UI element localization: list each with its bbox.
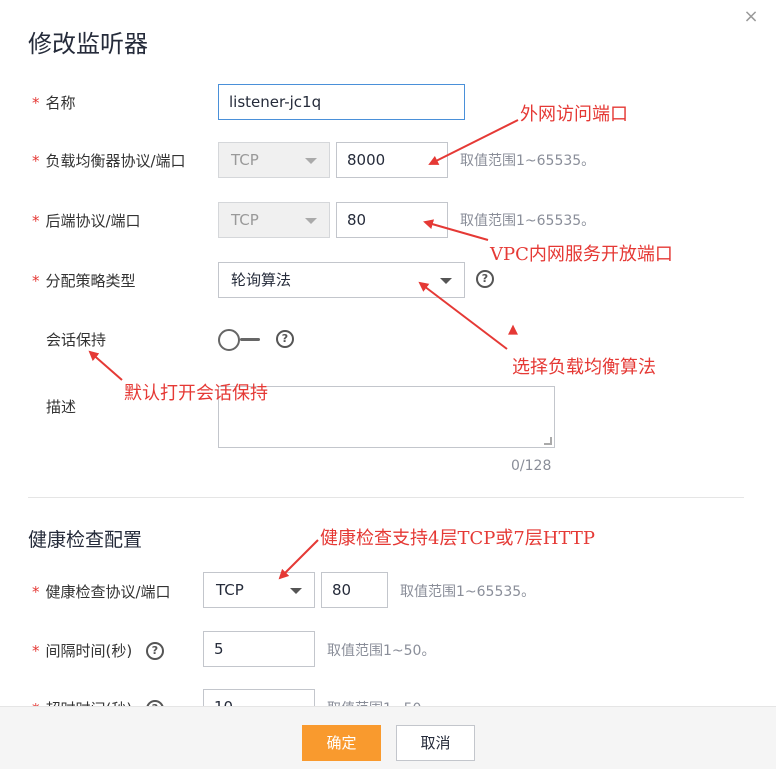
algorithm-value: 轮询算法 xyxy=(231,271,292,289)
chevron-down-icon xyxy=(290,588,302,594)
health-protocol-value: TCP xyxy=(216,581,244,599)
annotation-external-port: 外网访问端口 xyxy=(520,104,628,125)
health-protocol-select[interactable]: TCP xyxy=(203,572,315,608)
session-toggle[interactable] xyxy=(218,329,260,351)
confirm-button[interactable]: 确定 xyxy=(302,725,381,761)
help-icon[interactable]: ? xyxy=(476,270,494,288)
lb-protocol-label: 负载均衡器协议/端口 xyxy=(45,152,186,170)
algorithm-label: 分配策略类型 xyxy=(45,272,136,290)
backend-protocol-value: TCP xyxy=(231,211,259,229)
resize-handle-icon[interactable] xyxy=(544,437,552,445)
close-icon[interactable]: × xyxy=(742,8,760,26)
required-mark: * xyxy=(32,642,40,660)
toggle-knob xyxy=(218,329,240,351)
modify-listener-dialog: 修改监听器 × * 名称 listener-jc1q * 负载均衡器协议/端口 TC… xyxy=(0,0,776,769)
lb-protocol-value: TCP xyxy=(231,151,259,169)
lb-port-input[interactable]: 8000 xyxy=(336,142,448,178)
required-mark: * xyxy=(32,212,40,230)
description-label: 描述 xyxy=(46,398,77,416)
backend-port-hint: 取值范围1~65535。 xyxy=(460,213,596,229)
name-label: 名称 xyxy=(45,94,76,112)
annotation-health: 健康检查支持4层TCP或7层HTTP xyxy=(320,528,595,549)
backend-port-input[interactable]: 80 xyxy=(336,202,448,238)
annotation-vpc-port: VPC内网服务开放端口 xyxy=(490,244,673,265)
chevron-down-icon xyxy=(305,218,317,224)
health-port-hint: 取值范围1~65535。 xyxy=(400,584,536,600)
cancel-button[interactable]: 取消 xyxy=(396,725,475,761)
arrow-session xyxy=(88,350,123,381)
required-mark: * xyxy=(32,94,40,112)
annotation-marker: ▲ xyxy=(508,322,518,337)
health-port-input[interactable]: 80 xyxy=(321,572,388,608)
annotation-algorithm: 选择负载均衡算法 xyxy=(512,357,656,378)
section-divider xyxy=(28,497,744,498)
interval-input[interactable]: 5 xyxy=(203,631,315,667)
dialog-footer: 确定 取消 xyxy=(0,706,776,769)
health-check-section-title: 健康检查配置 xyxy=(28,529,143,551)
chevron-down-icon xyxy=(440,278,452,284)
chevron-down-icon xyxy=(305,158,317,164)
annotation-session: 默认打开会话保持 xyxy=(124,383,268,404)
backend-protocol-label: 后端协议/端口 xyxy=(45,212,141,230)
algorithm-select[interactable]: 轮询算法 xyxy=(218,262,465,298)
lb-protocol-select: TCP xyxy=(218,142,330,178)
health-protocol-label: 健康检查协议/端口 xyxy=(45,583,171,601)
required-mark: * xyxy=(32,152,40,170)
interval-hint: 取值范围1~50。 xyxy=(327,643,436,659)
lb-port-hint: 取值范围1~65535。 xyxy=(460,153,596,169)
help-icon[interactable]: ? xyxy=(276,330,294,348)
backend-protocol-select: TCP xyxy=(218,202,330,238)
session-label: 会话保持 xyxy=(46,331,107,349)
required-mark: * xyxy=(32,272,40,290)
help-icon[interactable]: ? xyxy=(146,642,164,660)
description-textarea[interactable] xyxy=(218,386,555,448)
description-counter: 0/128 xyxy=(511,458,552,474)
toggle-bar xyxy=(240,338,260,341)
dialog-title: 修改监听器 xyxy=(28,30,148,58)
interval-label: 间隔时间(秒) xyxy=(45,642,133,660)
name-input[interactable]: listener-jc1q xyxy=(218,84,465,120)
required-mark: * xyxy=(32,583,40,601)
